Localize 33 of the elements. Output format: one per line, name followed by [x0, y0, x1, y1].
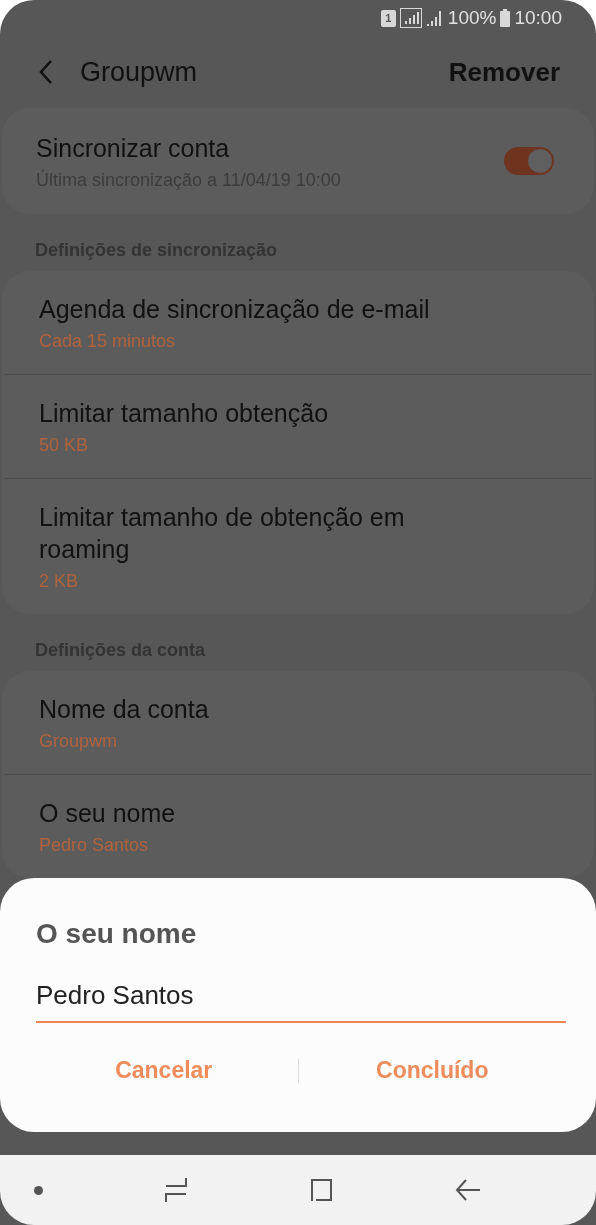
- setting-title: Sincronizar conta: [36, 132, 231, 164]
- setting-value: Cada 15 minutos: [39, 331, 177, 352]
- setting-value: Groupwm: [39, 731, 119, 752]
- battery-level: 100%: [447, 7, 497, 29]
- setting-value: Pedro Santos: [39, 835, 150, 856]
- dialog-button[interactable]: Concluído: [298, 1051, 566, 1090]
- setting-value: 50 KB: [39, 435, 90, 456]
- signal-icon: [399, 8, 422, 28]
- setting-title: Nome da conta: [39, 694, 210, 725]
- back-icon[interactable]: [454, 1177, 481, 1203]
- recent-apps-icon[interactable]: [163, 1177, 188, 1203]
- toggle-switch[interactable]: [504, 147, 554, 175]
- dialog-title: O seu nome: [36, 918, 198, 950]
- clock: 10:00: [514, 7, 562, 29]
- setting-title: O seu nome: [39, 798, 177, 829]
- remove-button[interactable]: Remover: [448, 56, 560, 88]
- setting-title: Limitar tamanho de obtenção em roaming: [39, 502, 406, 565]
- setting-row[interactable]: Limitar tamanho de obtenção em roaming 2 KB: [4, 478, 592, 614]
- setting-row[interactable]: Agenda de sincronização de e-mail Cada 15 minutos: [4, 271, 592, 374]
- signal-icon: [425, 9, 444, 27]
- back-icon[interactable]: [38, 59, 54, 85]
- setting-row[interactable]: Limitar tamanho obtenção 50 KB: [4, 374, 592, 478]
- dialog-button[interactable]: Cancelar: [30, 1051, 298, 1090]
- home-icon[interactable]: [308, 1177, 335, 1203]
- setting-value: 2 KB: [39, 571, 80, 592]
- page-title: Groupwm: [80, 56, 199, 88]
- sim-icon: 1: [380, 9, 396, 27]
- setting-title: Agenda de sincronização de e-mail: [39, 294, 431, 325]
- setting-row[interactable]: Nome da conta Groupwm: [4, 671, 592, 774]
- input-field[interactable]: Pedro Santos: [36, 976, 566, 1023]
- setting-title: Limitar tamanho obtenção: [39, 398, 330, 429]
- dot-icon[interactable]: [34, 1185, 43, 1195]
- battery-icon: [500, 9, 511, 27]
